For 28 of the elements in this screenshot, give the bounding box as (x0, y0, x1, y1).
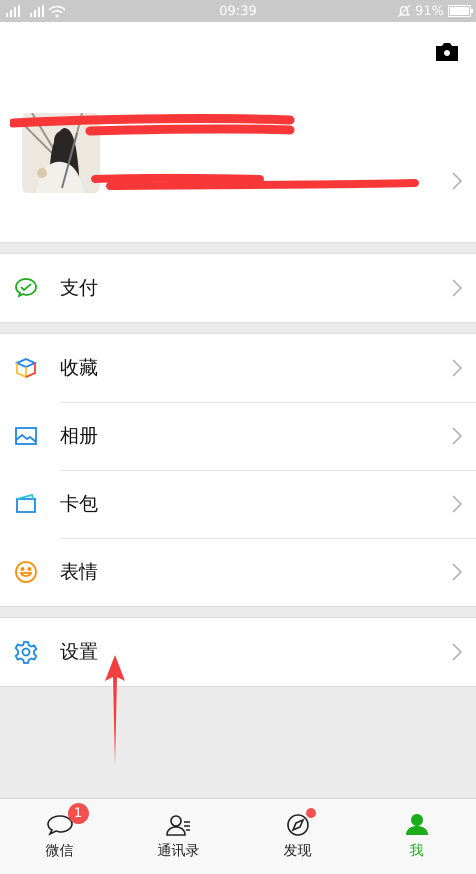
mute-bell-icon (397, 4, 412, 18)
menu-item[interactable]: 收藏 (0, 334, 476, 402)
image-icon (14, 424, 38, 448)
unread-count: 1 (68, 803, 88, 824)
chevron-icon (452, 563, 462, 581)
menu-item[interactable]: 支付 (0, 254, 476, 322)
menu-item[interactable]: 表情 (0, 538, 476, 606)
battery-icon (448, 5, 474, 17)
contacts-icon (164, 813, 192, 837)
menu-item[interactable]: 设置 (0, 618, 476, 686)
chat-check-icon (14, 276, 38, 300)
menu-item[interactable]: 相册 (0, 402, 476, 470)
wallet-icon (14, 492, 38, 516)
chevron-icon (452, 359, 462, 377)
smiley-icon (14, 560, 38, 584)
tab-item[interactable]: 1 微信 (0, 799, 119, 874)
chevron-icon (452, 279, 462, 297)
camera-icon[interactable] (434, 42, 460, 62)
chevron-icon (452, 495, 462, 513)
tab-item[interactable]: 通讯录 (119, 799, 238, 874)
settings-icon (14, 640, 38, 664)
chat-bubble-icon (46, 813, 74, 837)
menu-item[interactable]: 卡包 (0, 470, 476, 538)
chevron-icon (452, 643, 462, 661)
cube-icon (14, 356, 38, 380)
wifi-icon (48, 4, 66, 18)
chevron-icon (452, 427, 462, 445)
tab-item[interactable]: 发现 (238, 799, 357, 874)
